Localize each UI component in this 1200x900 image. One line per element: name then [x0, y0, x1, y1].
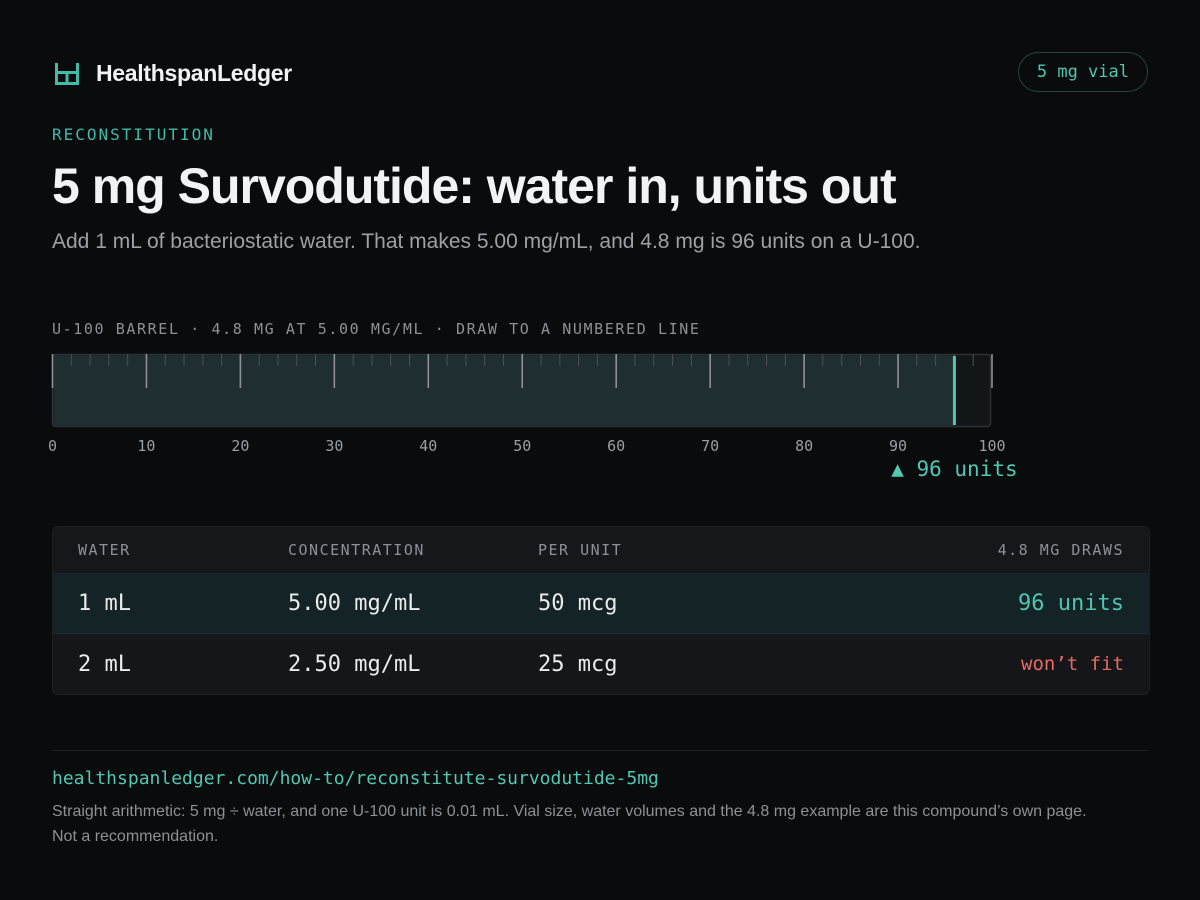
fill-level-marker [952, 356, 956, 425]
table-row: 2 mL 2.50 mg/mL 25 mcg won’t fit [53, 634, 1149, 694]
cell-per-unit: 25 mcg [538, 651, 618, 677]
header-water: WATER [78, 541, 131, 559]
footer-link[interactable]: healthspanledger.com/how-to/reconstitute… [52, 768, 659, 789]
tick-label: 100 [978, 437, 1005, 455]
cell-draws: 96 units [1018, 591, 1124, 616]
footer-note: Straight arithmetic: 5 mg ÷ water, and o… [52, 803, 1087, 845]
tick-label: 70 [701, 437, 719, 455]
table-row: 1 mL 5.00 mg/mL 50 mcg 96 units [53, 574, 1149, 634]
brand-name: HealthspanLedger [96, 60, 292, 86]
barrel-tick-labels: 0 10 20 30 40 50 60 70 80 90 100 [48, 437, 1006, 455]
cell-water: 2 mL [78, 651, 131, 677]
syringe-barrel: 0 10 20 30 40 50 60 70 80 90 100 ▲ 96 units [40, 350, 1040, 490]
tick-label: 90 [889, 437, 907, 455]
fill-level-label: ▲ 96 units [891, 457, 1017, 481]
page-title: 5 mg Survodutide: water in, units out [52, 158, 897, 214]
tick-label: 50 [513, 437, 531, 455]
cell-concentration: 2.50 mg/mL [288, 651, 421, 677]
cell-draws-warning: won’t fit [1021, 653, 1124, 675]
tick-label: 10 [137, 437, 155, 455]
vial-size-badge: 5 mg vial [1017, 52, 1148, 92]
page-subtitle: Add 1 mL of bacteriostatic water. That m… [52, 230, 921, 253]
cell-per-unit: 50 mcg [538, 591, 618, 616]
dilution-table: WATER CONCENTRATION PER UNIT 4.8 MG DRAW… [52, 526, 1150, 695]
cell-concentration: 5.00 mg/mL [288, 591, 421, 616]
footer-divider [52, 750, 1148, 751]
tick-label: 80 [795, 437, 813, 455]
table-header: WATER CONCENTRATION PER UNIT 4.8 MG DRAW… [53, 527, 1149, 574]
section-eyebrow: RECONSTITUTION [52, 125, 215, 144]
brand-logo-icon [55, 62, 79, 85]
tick-label: 40 [419, 437, 437, 455]
header-per-unit: PER UNIT [538, 541, 623, 559]
tick-label: 20 [231, 437, 249, 455]
tick-label: 60 [607, 437, 625, 455]
tick-label: 0 [48, 437, 57, 455]
brand[interactable]: HealthspanLedger [54, 60, 292, 87]
barrel-caption: U-100 BARREL · 4.8 MG AT 5.00 MG/ML · DR… [52, 320, 701, 338]
header-draws: 4.8 MG DRAWS [997, 541, 1124, 559]
header-concentration: CONCENTRATION [288, 541, 425, 559]
tick-label: 30 [325, 437, 343, 455]
syringe-barrel-graphic: 0 10 20 30 40 50 60 70 80 90 100 ▲ 96 units [48, 353, 1018, 481]
cell-water: 1 mL [78, 591, 131, 616]
